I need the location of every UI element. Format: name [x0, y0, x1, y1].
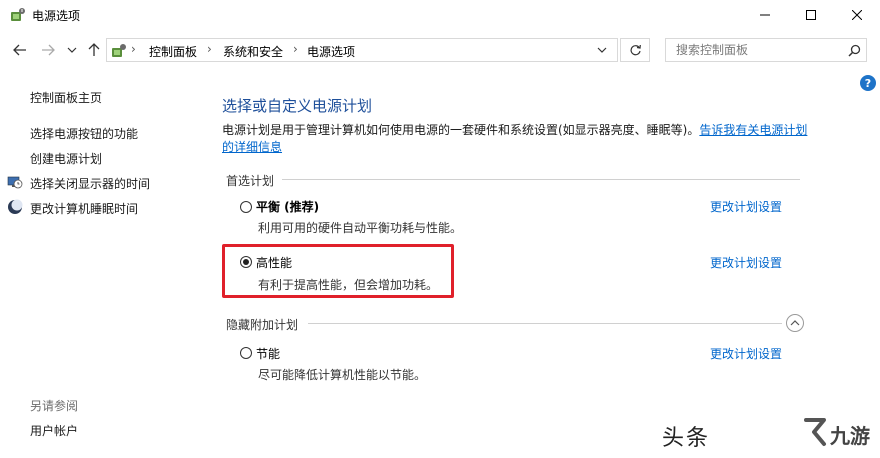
sidebar-item-display-off[interactable]: 选择关闭显示器的时间 [30, 175, 150, 192]
refresh-icon [629, 44, 641, 55]
breadcrumb-power-options[interactable]: 电源选项 [307, 43, 355, 60]
plan-description-power-saver: 尽可能降低计算机性能以节能。 [258, 368, 427, 382]
window-title: 电源选项 [32, 9, 81, 23]
watermark-logo-text: 九游 [830, 424, 870, 448]
breadcrumb-separator-icon: › [207, 42, 212, 56]
monitor-clock-icon [7, 176, 23, 189]
chevron-down-icon[interactable] [597, 47, 607, 53]
up-button[interactable] [84, 40, 104, 60]
control-panel-icon [112, 44, 126, 57]
sidebar-item-sleep-time[interactable]: 更改计算机睡眠时间 [30, 200, 138, 217]
search-input[interactable] [674, 42, 838, 58]
minimize-icon [760, 14, 770, 16]
arrow-right-icon [42, 44, 55, 56]
sidebar-item-create-plan[interactable]: 创建电源计划 [30, 150, 102, 167]
breadcrumb-separator-icon: › [131, 42, 136, 56]
plan-name-high-performance[interactable]: 高性能 [256, 254, 292, 271]
plan-name-balanced[interactable]: 平衡 (推荐) [256, 198, 319, 215]
power-options-icon [11, 8, 25, 21]
chevron-up-icon [790, 320, 800, 326]
moon-icon [8, 199, 23, 214]
search-box[interactable] [665, 38, 867, 62]
sidebar-item-power-button[interactable]: 选择电源按钮的功能 [30, 125, 138, 142]
address-bar[interactable]: › 控制面板 › 系统和安全 › 电源选项 [106, 38, 618, 62]
plan-description-high-performance: 有利于提高性能，但会增加功耗。 [258, 278, 439, 292]
close-icon [852, 10, 862, 20]
arrow-up-icon [88, 43, 100, 56]
plan-name-power-saver[interactable]: 节能 [256, 345, 280, 362]
watermark-text: 头条 [662, 426, 711, 451]
recent-locations-button[interactable] [62, 40, 82, 60]
sidebar-control-panel-home[interactable]: 控制面板主页 [30, 89, 102, 106]
search-icon[interactable] [848, 44, 861, 57]
preferred-plans-heading: 首选计划 [226, 174, 275, 188]
breadcrumb-separator-icon: › [293, 42, 298, 56]
breadcrumb-system-security[interactable]: 系统和安全 [223, 43, 283, 60]
close-button[interactable] [834, 0, 880, 30]
ninegame-logo-icon [804, 418, 826, 446]
change-plan-settings-balanced-link[interactable]: 更改计划设置 [710, 198, 782, 215]
back-button[interactable] [10, 40, 30, 60]
description-text: 电源计划是用于管理计算机如何使用电源的一套硬件和系统设置(如显示器亮度、睡眠等)… [222, 123, 700, 137]
page-title: 选择或自定义电源计划 [222, 97, 373, 115]
see-also-heading: 另请参阅 [30, 399, 79, 413]
arrow-left-icon [13, 44, 26, 56]
plan-radio-balanced[interactable] [240, 201, 252, 213]
section-divider [282, 179, 800, 180]
hidden-plans-heading: 隐藏附加计划 [226, 318, 299, 332]
forward-button[interactable] [38, 40, 58, 60]
plan-radio-power-saver[interactable] [240, 347, 252, 359]
maximize-icon [806, 10, 816, 20]
sidebar-item-user-accounts[interactable]: 用户帐户 [30, 422, 78, 439]
plan-radio-high-performance[interactable] [240, 256, 252, 268]
section-divider [308, 323, 782, 324]
title-bar[interactable]: 电源选项 [0, 0, 880, 30]
chevron-down-icon [67, 47, 77, 53]
page-description: 电源计划是用于管理计算机如何使用电源的一套硬件和系统设置(如显示器亮度、睡眠等)… [222, 122, 812, 156]
minimize-button[interactable] [742, 0, 788, 30]
maximize-button[interactable] [788, 0, 834, 30]
breadcrumb-control-panel[interactable]: 控制面板 [149, 43, 197, 60]
collapse-hidden-plans-button[interactable] [786, 314, 804, 332]
question-mark-icon: ? [864, 76, 872, 90]
change-plan-settings-high-performance-link[interactable]: 更改计划设置 [710, 254, 782, 271]
plan-description-balanced: 利用可用的硬件自动平衡功耗与性能。 [258, 221, 463, 235]
watermark-logo: 九游 [800, 412, 876, 452]
help-button[interactable]: ? [860, 75, 876, 91]
change-plan-settings-power-saver-link[interactable]: 更改计划设置 [710, 345, 782, 362]
refresh-button[interactable] [620, 38, 650, 62]
